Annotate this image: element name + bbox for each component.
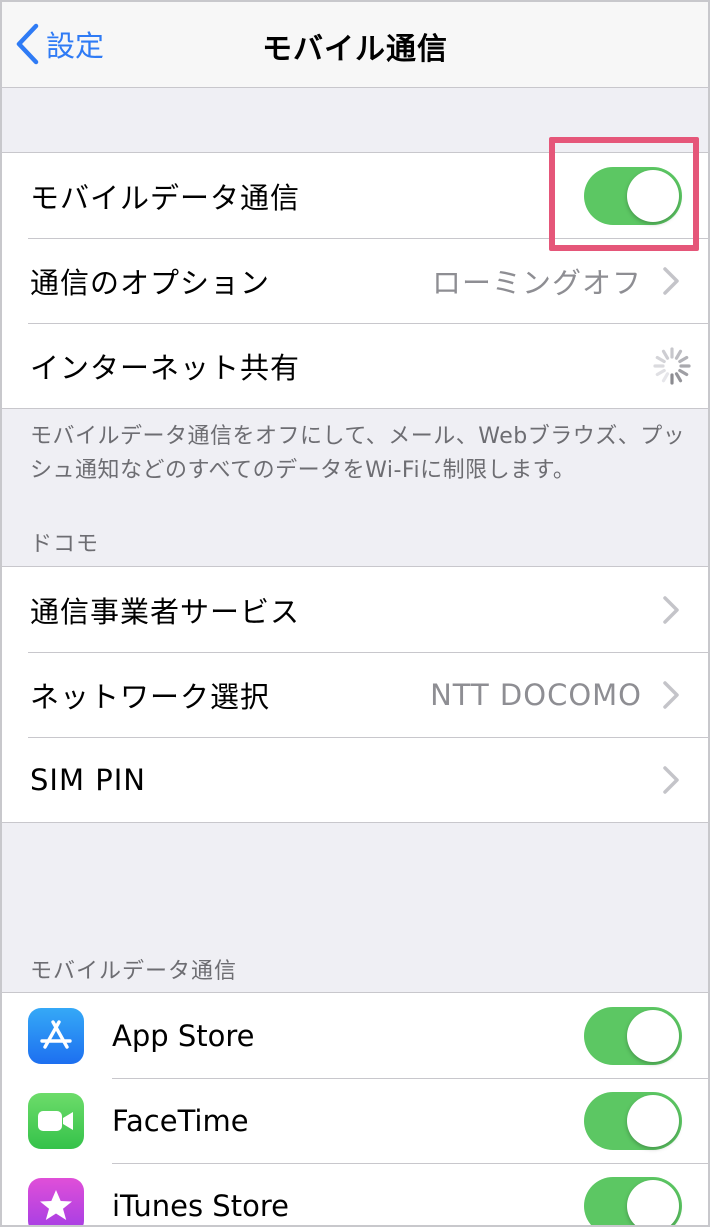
roaming-status-value: ローミングオフ <box>431 265 642 300</box>
itunes-store-icon <box>28 1177 84 1227</box>
chevron-right-icon <box>663 595 679 624</box>
app-store-icon <box>28 1007 84 1064</box>
chevron-right-icon <box>663 680 679 709</box>
toggle-knob <box>627 1094 679 1147</box>
cellular-data-label: モバイルデータ通信 <box>30 180 301 215</box>
app-name: iTunes Store <box>112 1188 289 1223</box>
carrier-services-label: 通信事業者サービス <box>30 594 301 629</box>
carrier-services-row[interactable]: 通信事業者サービス <box>0 567 710 652</box>
app-name: FaceTime <box>112 1103 249 1138</box>
apps-group: App Store FaceTime iTunes Store <box>0 992 710 1227</box>
cellular-options-label: 通信のオプション <box>30 265 271 300</box>
sim-pin-row[interactable]: SIM PIN <box>0 737 710 822</box>
carrier-section-header: ドコモ <box>30 532 100 557</box>
loading-spinner-icon <box>653 346 691 385</box>
itunes-store-toggle[interactable] <box>584 1176 682 1227</box>
toggle-knob <box>627 1009 679 1062</box>
chevron-right-icon <box>663 266 679 295</box>
network-selection-label: ネットワーク選択 <box>30 679 271 714</box>
chevron-right-icon <box>663 765 679 794</box>
app-name: App Store <box>112 1018 255 1053</box>
personal-hotspot-label: インターネット共有 <box>30 350 301 385</box>
facetime-icon <box>28 1092 84 1149</box>
apps-section-header: モバイルデータ通信 <box>30 959 238 984</box>
sim-pin-label: SIM PIN <box>30 762 146 797</box>
personal-hotspot-row[interactable]: インターネット共有 <box>0 323 710 408</box>
app-store-toggle[interactable] <box>584 1006 682 1065</box>
network-value: NTT DOCOMO <box>430 677 642 712</box>
app-row-facetime: FaceTime <box>0 1078 710 1163</box>
app-row-itunes-store: iTunes Store <box>0 1163 710 1227</box>
network-selection-row[interactable]: ネットワーク選択 NTT DOCOMO <box>0 652 710 737</box>
navigation-bar: 設定 モバイル通信 <box>0 0 710 88</box>
carrier-group: 通信事業者サービス ネットワーク選択 NTT DOCOMO SIM PIN <box>0 566 710 823</box>
facetime-toggle[interactable] <box>584 1091 682 1150</box>
toggle-highlight-box <box>549 137 699 251</box>
toggle-knob <box>627 1179 679 1227</box>
app-row-app-store: App Store <box>0 993 710 1078</box>
page-title: モバイル通信 <box>262 32 448 67</box>
cellular-data-footer-note: モバイルデータ通信をオフにして、メール、Webブラウズ、プッシュ通知などのすべて… <box>30 424 686 484</box>
